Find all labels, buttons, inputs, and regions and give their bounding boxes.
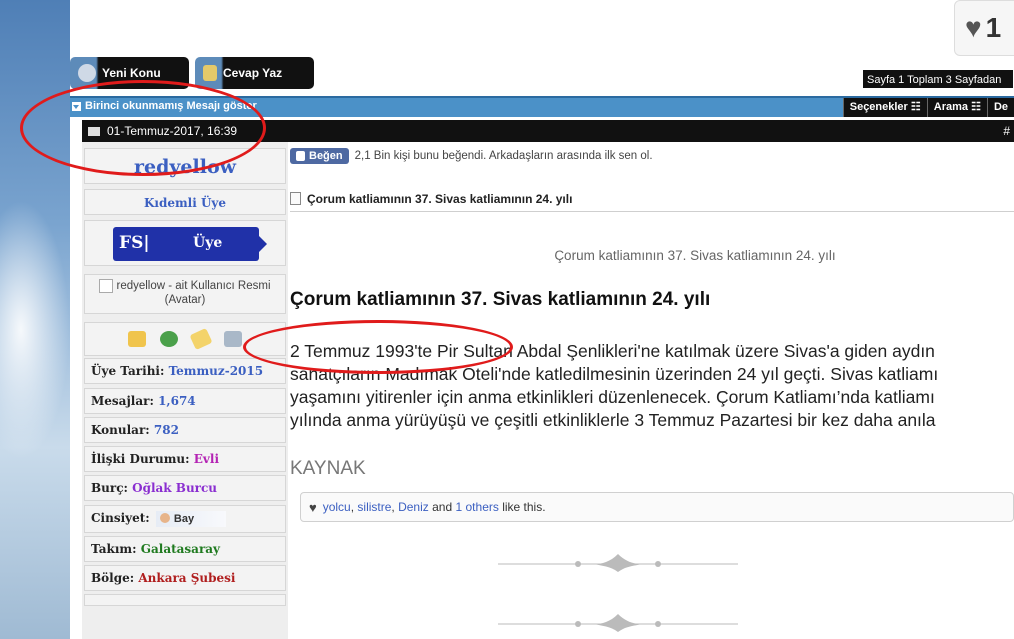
copy-icon[interactable] [224, 331, 242, 347]
info-relationship: İlişki Durumu: Evli [84, 446, 286, 472]
info-label: Mesajlar: [91, 394, 154, 408]
options-label: Seçenekler [849, 101, 908, 113]
info-value: Temmuz-2015 [168, 364, 264, 378]
search-label: Arama [933, 101, 969, 113]
ornament-divider [498, 614, 738, 632]
speech-bubble-icon [78, 64, 96, 82]
likes-and: and [432, 500, 453, 514]
post-content: Beğen 2,1 Bin kişi bunu beğendi. Arkadaş… [288, 142, 1014, 639]
search-menu[interactable]: Arama ☷ [926, 98, 987, 117]
info-team: Takım: Galatasaray [84, 536, 286, 562]
male-face-icon [159, 512, 170, 523]
likes-suffix: like this. [502, 500, 546, 514]
info-value: 782 [153, 423, 179, 437]
info-region: Bölge: Ankara Şubesi [84, 565, 286, 591]
info-value: 1,674 [158, 394, 196, 408]
article-line: yılında anma yürüyüşü ve çeşitli etkinli… [290, 410, 936, 430]
avatar[interactable]: redyellow - ait Kullanıcı Resmi (Avatar) [84, 274, 286, 314]
like-user-link[interactable]: Deniz [398, 500, 429, 514]
facebook-like-text: 2,1 Bin kişi bunu beğendi. Arkadaşların … [354, 150, 653, 162]
reply-button[interactable]: Cevap Yaz [195, 57, 314, 89]
post-permalink[interactable]: # [1003, 120, 1010, 142]
post-title-row: Çorum katliamının 37. Sivas katliamının … [290, 186, 1014, 212]
like-counter-widget[interactable]: ♥ 1 [954, 0, 1014, 56]
chevron-down-icon [72, 101, 81, 111]
thread-navbar: Birinci okunmamış Mesajı göster Seçenekl… [70, 96, 1014, 117]
like-user-link[interactable]: silistre [357, 500, 391, 514]
info-label: Takım: [91, 542, 137, 556]
heart-icon: ♥ [309, 499, 317, 515]
info-spacer [84, 594, 286, 606]
rank-label: Üye [193, 235, 223, 251]
facebook-like-row: Beğen 2,1 Bin kişi bunu beğendi. Arkadaş… [290, 148, 653, 164]
info-label: Burç: [91, 481, 128, 495]
article-line: yaşamını yitirenler için anma etkinlikle… [290, 387, 935, 407]
ornament-divider [498, 554, 738, 572]
rank-logo: FS| [119, 233, 150, 253]
post-title: Çorum katliamının 37. Sivas katliamının … [307, 191, 573, 206]
article-line: sanatçıların Madımak Oteli'nde katledilm… [290, 364, 939, 384]
info-value: Ankara Şubesi [138, 571, 236, 585]
like-user-link[interactable]: yolcu [323, 500, 351, 514]
pencil-icon[interactable] [189, 327, 213, 351]
thanks-box: ♥ yolcu, silistre, Deniz and 1 others li… [300, 492, 1014, 522]
new-thread-label: Yeni Konu [102, 66, 161, 80]
thumbs-up-icon [296, 151, 305, 161]
background-sky [0, 0, 70, 639]
info-label: İlişki Durumu: [91, 452, 190, 466]
facebook-like-button[interactable]: Beğen [290, 148, 349, 164]
article-headline: Çorum katliamının 37. Sivas katliamının … [290, 289, 711, 310]
user-title: Kıdemli Üye [84, 189, 286, 215]
info-join-date: Üye Tarihi: Temmuz-2015 [84, 358, 286, 384]
display-label: De [993, 101, 1008, 113]
image-caption: Çorum katliamının 37. Sivas katliamının … [554, 248, 836, 263]
gender-badge: Bay [155, 510, 226, 527]
info-threads: Konular: 782 [84, 417, 286, 443]
info-label: Bölge: [91, 571, 135, 585]
heart-icon: ♥ [965, 12, 982, 43]
info-label: Cinsiyet: [91, 511, 150, 525]
options-menu[interactable]: Seçenekler ☷ [842, 98, 927, 117]
post-date: 01-Temmuz-2017, 16:39 [107, 124, 238, 138]
info-value: Galatasaray [140, 542, 221, 556]
info-zodiac: Burç: Oğlak Burcu [84, 475, 286, 501]
article-line: 2 Temmuz 1993'te Pir Sultan Abdal Şenlik… [290, 341, 935, 361]
avatar-alt-text: redyellow - ait Kullanıcı Resmi (Avatar) [116, 280, 271, 307]
new-thread-button[interactable]: Yeni Konu [70, 57, 189, 89]
reply-pencil-icon [203, 65, 217, 81]
rank-box: FS| Üye [84, 220, 286, 266]
info-value: Oğlak Burcu [132, 481, 218, 495]
first-unread-label: Birinci okunmamış Mesajı göster [85, 100, 257, 112]
folder-icon[interactable] [128, 331, 146, 347]
display-menu[interactable]: De [986, 98, 1014, 117]
user-info-column: redyellow Kıdemli Üye FS| Üye redyellow … [82, 142, 288, 639]
reply-label: Cevap Yaz [223, 66, 283, 80]
info-value: Bay [173, 512, 195, 525]
article-body: 2 Temmuz 1993'te Pir Sultan Abdal Şenlik… [290, 340, 1014, 432]
source-label: KAYNAK [290, 458, 366, 479]
info-posts: Mesajlar: 1,674 [84, 388, 286, 414]
pagination[interactable]: Sayfa 1 Toplam 3 Sayfadan [862, 69, 1014, 89]
envelope-icon [88, 127, 100, 136]
info-label: Konular: [91, 423, 150, 437]
facebook-like-label: Beğen [309, 150, 343, 162]
document-icon [290, 192, 301, 205]
likes-others-link[interactable]: 1 others [456, 500, 499, 514]
info-label: Üye Tarihi: [91, 364, 165, 378]
like-count: 1 [985, 12, 1002, 43]
post-header: 01-Temmuz-2017, 16:39 # [82, 120, 1014, 142]
user-actions [84, 322, 286, 356]
info-gender: Cinsiyet: Bay [84, 505, 286, 533]
info-value: Evli [193, 452, 220, 466]
users-icon[interactable] [160, 331, 178, 347]
broken-image-icon [99, 279, 114, 293]
first-unread-link[interactable]: Birinci okunmamış Mesajı göster [72, 100, 257, 112]
username-link[interactable]: redyellow [84, 148, 286, 184]
rank-badge: FS| Üye [113, 227, 267, 261]
